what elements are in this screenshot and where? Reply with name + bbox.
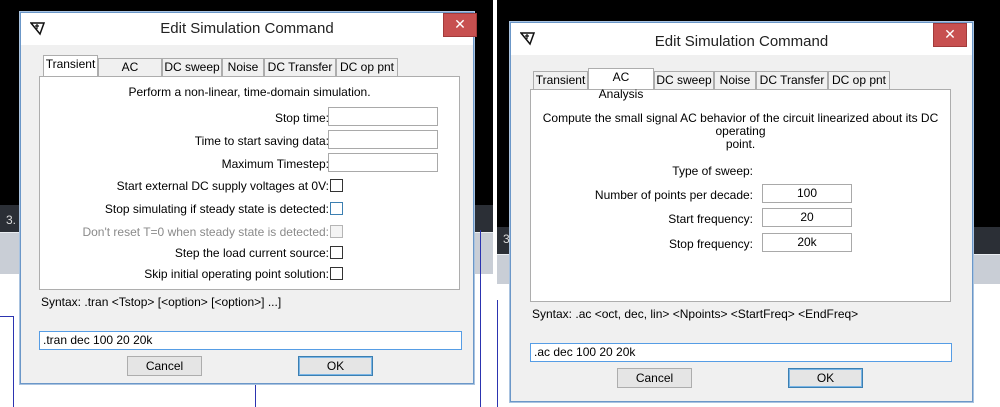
start-external-dc-checkbox[interactable] (330, 179, 343, 192)
dialog-title: Edit Simulation Command (160, 20, 334, 37)
skip-initial-op-checkbox[interactable] (330, 267, 343, 280)
edit-simulation-dialog-transient: Edit Simulation Command ✕ Transient AC A… (20, 12, 477, 384)
stop-time-field[interactable] (328, 107, 438, 126)
tab-dc-op-pnt[interactable]: DC op pnt (336, 58, 398, 76)
close-button[interactable]: ✕ (933, 23, 967, 47)
background-tag: 3. (6, 213, 17, 227)
step-load-current-label: Step the load current source: (174, 246, 329, 260)
time-to-start-saving-label: Time to start saving data: (194, 134, 329, 148)
tab-ac-analysis[interactable]: AC Analysis (98, 58, 162, 91)
tab-noise[interactable]: Noise (222, 58, 264, 76)
maximum-timestep-label: Maximum Timestep: (221, 157, 329, 171)
tab-dc-sweep[interactable]: DC sweep (654, 71, 714, 89)
start-external-dc-label: Start external DC supply voltages at 0V: (116, 179, 329, 193)
cancel-button[interactable]: Cancel (127, 356, 202, 376)
tab-dc-op-pnt[interactable]: DC op pnt (828, 71, 890, 89)
tab-transient[interactable]: Transient (533, 71, 588, 89)
type-of-sweep-label: Type of sweep: (672, 164, 753, 178)
close-icon: ✕ (944, 26, 956, 42)
title-bar: Edit Simulation Command ✕ (511, 23, 972, 55)
step-load-current-checkbox[interactable] (330, 246, 343, 259)
points-per-decade-label: Number of points per decade: (594, 188, 753, 202)
maximum-timestep-field[interactable] (328, 153, 438, 172)
time-to-start-saving-field[interactable] (328, 130, 438, 149)
stop-frequency-label: Stop frequency: (668, 237, 753, 251)
stop-time-label: Stop time: (274, 111, 329, 125)
tab-transient[interactable]: Transient (43, 55, 98, 76)
stop-if-steady-state-label: Stop simulating if steady state is detec… (104, 202, 329, 216)
ok-button[interactable]: OK (788, 368, 863, 388)
skip-initial-op-label: Skip initial operating point solution: (144, 267, 329, 281)
dialog-title: Edit Simulation Command (654, 33, 829, 50)
start-frequency-label: Start frequency: (668, 212, 753, 226)
points-per-decade-field[interactable]: 100 (762, 184, 852, 203)
tab-ac-analysis[interactable]: AC Analysis (588, 68, 654, 101)
ok-button[interactable]: OK (298, 356, 373, 376)
syntax-text: Syntax: .tran <Tstop> [<option> [<option… (41, 295, 282, 309)
start-frequency-field[interactable]: 20 (762, 208, 852, 227)
transient-tab-panel: Perform a non-linear, time-domain simula… (39, 76, 460, 290)
syntax-text: Syntax: .ac <oct, dec, lin> <Npoints> <S… (532, 307, 859, 321)
tab-dc-transfer[interactable]: DC Transfer (264, 58, 336, 76)
close-icon: ✕ (454, 16, 466, 32)
title-bar: Edit Simulation Command ✕ (21, 13, 477, 45)
analysis-description: Perform a non-linear, time-domain simula… (128, 85, 371, 99)
stop-frequency-field[interactable]: 20k (762, 233, 852, 252)
ac-analysis-tab-panel: Compute the small signal AC behavior of … (530, 89, 951, 302)
tab-dc-sweep[interactable]: DC sweep (162, 58, 222, 76)
close-button[interactable]: ✕ (443, 13, 477, 37)
analysis-description: Compute the small signal AC behavior of … (542, 111, 939, 151)
edit-simulation-dialog-ac: Edit Simulation Command ✕ Transient AC A… (510, 22, 973, 402)
dont-reset-t0-checkbox (330, 225, 343, 238)
tab-noise[interactable]: Noise (714, 71, 756, 89)
tab-dc-transfer[interactable]: DC Transfer (756, 71, 828, 89)
command-input[interactable]: .ac dec 100 20 20k (530, 343, 952, 362)
cancel-button[interactable]: Cancel (617, 368, 692, 388)
dont-reset-t0-label: Don't reset T=0 when steady state is det… (82, 225, 329, 239)
stop-if-steady-state-checkbox[interactable] (330, 202, 343, 215)
command-input[interactable]: .tran dec 100 20 20k (39, 331, 462, 350)
